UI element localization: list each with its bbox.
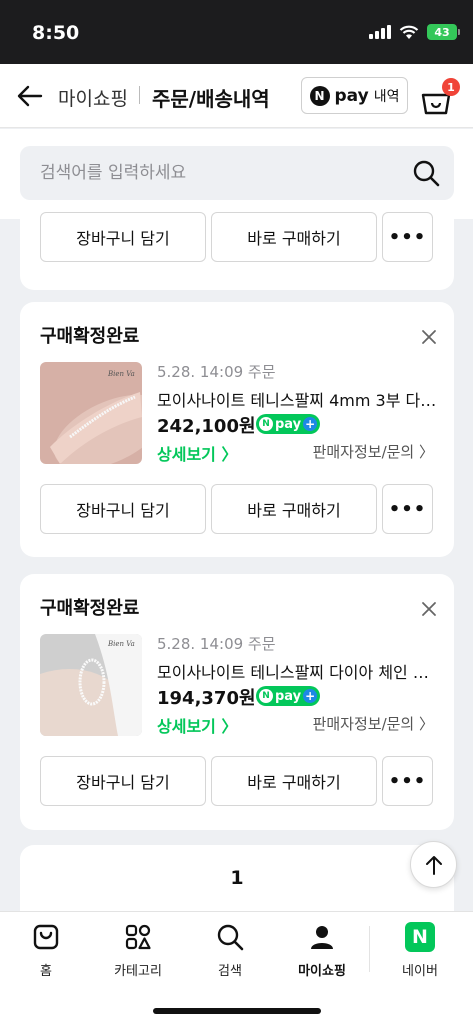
search-input[interactable] xyxy=(40,146,400,200)
naver-logo-icon: N xyxy=(405,922,435,952)
close-icon xyxy=(422,602,436,616)
product-thumbnail[interactable]: Bien Va xyxy=(40,634,142,736)
npay-plus-label: pay xyxy=(275,688,302,704)
order-date: 5.28. 14:09 주문 xyxy=(157,635,276,653)
npay-history-button[interactable]: N pay 내역 xyxy=(301,77,408,114)
npay-n-icon: N xyxy=(259,689,273,703)
arrow-up-icon xyxy=(425,855,442,875)
home-indicator xyxy=(153,1008,321,1014)
view-details-link[interactable]: 상세보기 〉 xyxy=(157,713,237,737)
order-status: 구매확정완료 xyxy=(40,326,140,347)
bracelet-photo: Bien Va xyxy=(40,634,142,736)
cart-button[interactable]: 1 xyxy=(420,78,460,118)
nav-label: 홈 xyxy=(40,964,52,979)
order-actions: 장바구니 담기 바로 구매하기 ••• xyxy=(40,484,433,536)
shopping-bag-icon xyxy=(31,922,61,952)
nav-label: 검색 xyxy=(218,964,242,979)
buy-now-button[interactable]: 바로 구매하기 xyxy=(211,484,377,534)
back-arrow-icon xyxy=(17,85,43,107)
battery-icon: 43 xyxy=(427,24,460,40)
order-actions: 장바구니 담기 바로 구매하기 ••• xyxy=(40,756,433,808)
search-icon xyxy=(215,922,245,952)
pagination: 1 xyxy=(20,845,454,920)
nav-item-category[interactable]: 카테고리 xyxy=(92,922,184,982)
add-to-cart-button[interactable]: 장바구니 담기 xyxy=(40,756,206,806)
search-icon xyxy=(413,160,440,187)
status-time: 8:50 xyxy=(32,22,80,44)
npay-plus-badge: N pay + xyxy=(256,686,321,706)
view-details-link[interactable]: 상세보기 〉 xyxy=(157,441,237,465)
product-name[interactable]: 모이사나이트 테니스팔찌 4mm 3부 다이아 체인 xyxy=(157,387,437,411)
nav-divider xyxy=(369,926,370,972)
more-options-button[interactable]: ••• xyxy=(382,212,433,262)
order-card: 구매확정완료 Bien Va 5.28. 14:09 주문 모이사나이트 테니스… xyxy=(20,302,454,557)
npay-plus-label: pay xyxy=(275,416,302,432)
product-name[interactable]: 모이사나이트 테니스팔찌 다이아 체인 팔찌 xyxy=(157,659,437,683)
more-options-button[interactable]: ••• xyxy=(382,756,433,806)
npay-plus-badge: N pay + xyxy=(256,414,321,434)
scroll-to-top-button[interactable] xyxy=(410,841,457,888)
delete-order-button[interactable] xyxy=(420,600,438,618)
status-icons: 43 xyxy=(369,24,460,40)
buy-now-button[interactable]: 바로 구매하기 xyxy=(211,756,377,806)
svg-text:Bien Va: Bien Va xyxy=(107,640,135,648)
close-icon xyxy=(422,330,436,344)
person-icon xyxy=(307,922,337,952)
page-title: 주문/배송내역 xyxy=(152,87,270,111)
npay-n-icon: N xyxy=(259,417,273,431)
bracelet-photo: Bien Va xyxy=(40,362,142,464)
add-to-cart-button[interactable]: 장바구니 담기 xyxy=(40,212,206,262)
order-date: 5.28. 14:09 주문 xyxy=(157,363,276,381)
signal-icon xyxy=(369,25,391,39)
order-actions: 장바구니 담기 바로 구매하기 ••• xyxy=(40,212,433,264)
category-grid-icon xyxy=(123,922,153,952)
seller-info-link[interactable]: 판매자정보/문의 〉 xyxy=(313,713,434,734)
npay-logo-icon: N xyxy=(309,85,330,106)
order-status: 구매확정완료 xyxy=(40,598,140,619)
product-price: 242,100원 xyxy=(157,416,256,437)
header: 마이쇼핑 주문/배송내역 N pay 내역 1 xyxy=(0,64,473,128)
nav-label: 네이버 xyxy=(402,964,438,979)
wifi-icon xyxy=(399,25,419,39)
plus-icon: + xyxy=(303,689,318,703)
bottom-nav: 홈 카테고리 검색 마이쇼핑 N 네이버 xyxy=(0,911,473,1024)
header-divider xyxy=(139,86,140,104)
breadcrumb-my-shopping[interactable]: 마이쇼핑 xyxy=(58,84,128,111)
nav-label: 마이쇼핑 xyxy=(298,964,346,979)
svg-text:Bien Va: Bien Va xyxy=(107,370,135,378)
nav-item-my-shopping[interactable]: 마이쇼핑 xyxy=(276,922,368,982)
status-bar: 8:50 43 xyxy=(0,0,473,64)
nav-label: 카테고리 xyxy=(114,964,162,979)
add-to-cart-button[interactable]: 장바구니 담기 xyxy=(40,484,206,534)
delete-order-button[interactable] xyxy=(420,328,438,346)
buy-now-button[interactable]: 바로 구매하기 xyxy=(211,212,377,262)
more-options-button[interactable]: ••• xyxy=(382,484,433,534)
page-number-current[interactable]: 1 xyxy=(20,867,454,889)
cart-count-badge: 1 xyxy=(442,78,460,96)
order-card: 구매확정완료 Bien Va 5.28. 14:09 주문 모이사나이트 테니스… xyxy=(20,574,454,830)
order-card-partial: 장바구니 담기 바로 구매하기 ••• xyxy=(20,200,454,290)
plus-icon: + xyxy=(303,417,318,431)
nav-item-search[interactable]: 검색 xyxy=(184,922,276,982)
npay-history-label: 내역 xyxy=(373,88,400,105)
product-price: 194,370원 xyxy=(157,688,256,709)
search-box xyxy=(20,146,454,200)
nav-item-home[interactable]: 홈 xyxy=(0,922,92,982)
back-button[interactable] xyxy=(16,82,44,110)
product-thumbnail[interactable]: Bien Va xyxy=(40,362,142,464)
search-button[interactable] xyxy=(412,159,440,187)
seller-info-link[interactable]: 판매자정보/문의 〉 xyxy=(313,441,434,462)
nav-item-naver[interactable]: N 네이버 xyxy=(374,922,466,982)
npay-pay-label: pay xyxy=(334,85,369,106)
